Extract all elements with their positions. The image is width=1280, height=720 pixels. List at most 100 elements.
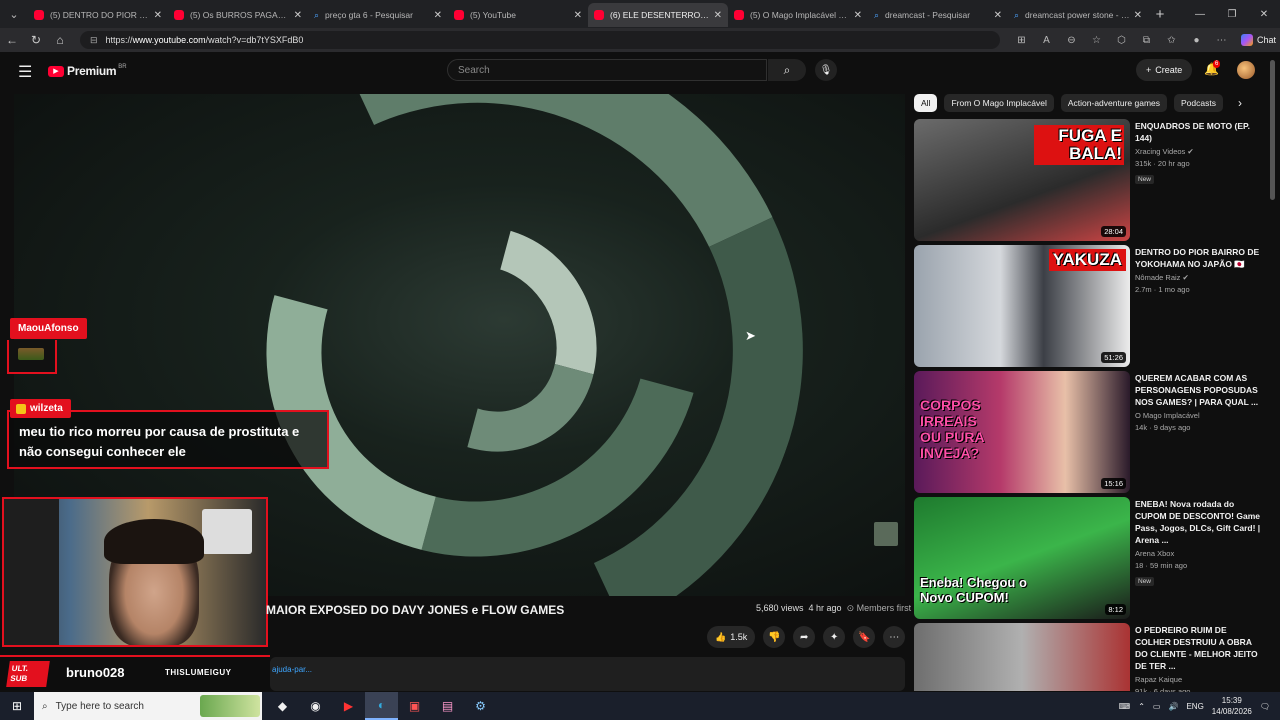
network-icon[interactable]: ▭ — [1153, 702, 1161, 711]
system-clock[interactable]: 15:39 14/08/2026 — [1212, 695, 1252, 717]
voice-search-button[interactable]: 🎙 — [815, 59, 837, 81]
volume-icon[interactable]: 🔊 — [1168, 702, 1178, 711]
browser-tab[interactable]: (5) YouTube ✕ — [448, 3, 588, 27]
close-icon[interactable]: ✕ — [154, 10, 162, 21]
browser-tab[interactable]: ⌕ preço gta 6 - Pesquisar ✕ — [308, 3, 448, 27]
obs-taskbar-icon[interactable]: ◉ — [299, 692, 332, 720]
app-available-icon[interactable]: ⊞ — [1010, 35, 1033, 46]
browser-tab[interactable]: ⌕ dreamcast power stone - Pe ✕ — [1008, 3, 1148, 27]
close-icon[interactable]: ✕ — [714, 10, 722, 21]
more-menu-icon[interactable]: ⋯ — [1210, 35, 1233, 46]
chip-all[interactable]: All — [914, 94, 938, 112]
recommendation-title[interactable]: ENQUADROS DE MOTO (EP. 144) — [1135, 120, 1263, 144]
channel-name[interactable]: O Mago Implacável — [1135, 411, 1200, 420]
description-box[interactable]: ajuda-par... — [270, 657, 905, 691]
browser-tab[interactable]: (5) DENTRO DO PIOR BAIRRO ✕ — [28, 3, 168, 27]
taskbar-search-field[interactable]: ⌕ Type here to search — [34, 692, 262, 720]
zoom-icon[interactable]: ⊖ — [1060, 35, 1083, 46]
minimize-icon[interactable]: — — [1184, 9, 1216, 20]
recommendation-item[interactable]: YAKUZA 51:26 DENTRO DO PIOR BAIRRO DE YO… — [914, 245, 1264, 367]
browser-tab[interactable]: (5) Os BURROS PAGARAM p ✕ — [168, 3, 308, 27]
keyboard-layout-icon[interactable]: ⌨ — [1119, 702, 1131, 711]
home-icon[interactable]: ⌂ — [48, 33, 72, 47]
youtube-premium-logo[interactable]: ▶ Premium BR — [48, 64, 127, 78]
close-icon[interactable]: ✕ — [574, 10, 582, 21]
close-window-icon[interactable]: ✕ — [1248, 9, 1280, 20]
recommendation-item[interactable]: O PEDREIRO RUIM DE COLHER DESTRUIU A OBR… — [914, 623, 1264, 696]
extensions-icon[interactable]: ⬡ — [1110, 35, 1133, 46]
copilot-taskbar-icon[interactable]: ◆ — [266, 692, 299, 720]
site-info-icon[interactable]: ⊟ — [90, 35, 98, 46]
input-language[interactable]: ENG — [1186, 702, 1203, 711]
browser-tab[interactable]: (5) O Mago Implacável - You ✕ — [728, 3, 868, 27]
favorites-icon[interactable]: ✩ — [1160, 35, 1183, 46]
account-avatar[interactable] — [1237, 61, 1255, 79]
chip-action-adventure[interactable]: Action-adventure games — [1060, 94, 1168, 112]
system-tray: ⌨ ⌃ ▭ 🔊 ENG 15:39 14/08/2026 🗨 — [1119, 692, 1280, 720]
recommendation-item[interactable]: CORPOS IRREAIS OU PURA INVEJA? 15:16 QUE… — [914, 371, 1264, 493]
new-tab-button[interactable]: + — [1148, 6, 1172, 23]
photos-taskbar-icon[interactable]: ▤ — [431, 692, 464, 720]
channel-name[interactable]: Xracing Videos — [1135, 147, 1185, 156]
close-icon[interactable]: ✕ — [854, 10, 862, 21]
search-button[interactable]: ⌕ — [768, 59, 806, 81]
description-link[interactable]: ajuda-par... — [272, 665, 312, 674]
share-button[interactable]: ➦ — [793, 626, 816, 648]
browser-tab-active[interactable]: (6) ELE DESENTERROU POLÊ ✕ — [588, 3, 728, 27]
chevron-up-icon[interactable]: ⌃ — [1138, 702, 1145, 711]
recommendation-title[interactable]: DENTRO DO PIOR BAIRRO DE YOKOHAMA NO JAP… — [1135, 246, 1263, 270]
more-actions-button[interactable]: ⋯ — [883, 626, 906, 648]
channel-name[interactable]: Arena Xbox — [1135, 549, 1174, 558]
video-thumbnail[interactable] — [914, 623, 1130, 691]
edge-taskbar-icon[interactable]: ◐ — [365, 692, 398, 720]
favorite-star-icon[interactable]: ☆ — [1085, 35, 1108, 46]
create-button[interactable]: + Create — [1136, 59, 1193, 81]
dislike-button[interactable]: 👎 — [763, 626, 786, 648]
recommendation-title[interactable]: QUEREM ACABAR COM AS PERSONAGENS POPOSUD… — [1135, 372, 1263, 408]
like-button[interactable]: 👍 1.5k — [707, 626, 756, 648]
channel-name[interactable]: Rapaz Kaique — [1135, 675, 1182, 684]
save-button[interactable]: 🔖 — [853, 626, 876, 648]
chip-podcasts[interactable]: Podcasts — [1174, 94, 1223, 112]
close-icon[interactable]: ✕ — [294, 10, 302, 21]
chip-from-channel[interactable]: From O Mago Implacável — [944, 94, 1054, 112]
steam-taskbar-icon[interactable]: ⚙ — [464, 692, 497, 720]
profile-icon[interactable]: ● — [1185, 35, 1208, 46]
windows-start-icon[interactable]: ⊞ — [0, 699, 34, 713]
notifications-icon[interactable]: 🗨 — [1260, 702, 1270, 711]
url-field[interactable]: ⊟ https://www.youtube.com/watch?v=db7tYS… — [80, 31, 1000, 49]
recommendation-title[interactable]: O PEDREIRO RUIM DE COLHER DESTRUIU A OBR… — [1135, 624, 1263, 672]
video-editor-taskbar-icon[interactable]: ▣ — [398, 692, 431, 720]
recommendation-item[interactable]: FUGA E BALA! 28:04 ENQUADROS DE MOTO (EP… — [914, 119, 1264, 241]
reload-icon[interactable]: ↻ — [24, 33, 48, 47]
browser-toolbar-icons: ⊞ A ⊖ ☆ ⬡ ⧉ ✩ ● ⋯ — [1010, 35, 1233, 46]
copilot-chat-button[interactable]: Chat — [1241, 34, 1276, 46]
browser-tab[interactable]: ⌕ dreamcast - Pesquisar ✕ — [868, 3, 1008, 27]
logo-text: Premium — [67, 64, 117, 78]
youtube-music-taskbar-icon[interactable]: ▶ — [332, 692, 365, 720]
video-thumbnail[interactable]: YAKUZA 51:26 — [914, 245, 1130, 367]
search-input[interactable]: Search — [447, 59, 767, 81]
page-scrollbar[interactable] — [1270, 60, 1275, 200]
channel-name[interactable]: Nômade Raiz — [1135, 273, 1180, 282]
menu-hamburger-icon[interactable]: ☰ — [18, 62, 32, 82]
recommendation-item[interactable]: Eneba! Chegou o Novo CUPOM! 8:12 ENEBA! … — [914, 497, 1264, 619]
recommendation-filter-chips: All From O Mago Implacável Action-advent… — [914, 94, 1223, 112]
split-screen-icon[interactable]: ⧉ — [1135, 35, 1158, 46]
video-thumbnail[interactable]: CORPOS IRREAIS OU PURA INVEJA? 15:16 — [914, 371, 1130, 493]
video-meta: 5,680 views 4 hr ago ⊙ Members first — [756, 603, 911, 614]
mic-icon: 🎙 — [819, 64, 833, 76]
chevron-right-icon[interactable]: › — [1238, 96, 1242, 110]
recommendation-title[interactable]: ENEBA! Nova rodada do CUPOM DE DESCONTO!… — [1135, 498, 1263, 546]
translate-icon[interactable]: A — [1035, 35, 1058, 46]
tab-actions-menu-icon[interactable]: ⌄ — [0, 0, 28, 28]
back-icon[interactable]: ← — [0, 33, 24, 47]
close-icon[interactable]: ✕ — [994, 10, 1002, 21]
sparkle-icon: ✦ — [830, 631, 839, 643]
restore-icon[interactable]: ❐ — [1216, 9, 1248, 20]
video-thumbnail[interactable]: FUGA E BALA! 28:04 — [914, 119, 1130, 241]
close-icon[interactable]: ✕ — [434, 10, 442, 21]
video-thumbnail[interactable]: Eneba! Chegou o Novo CUPOM! 8:12 — [914, 497, 1130, 619]
close-icon[interactable]: ✕ — [1134, 10, 1142, 21]
ask-ai-button[interactable]: ✦ — [823, 626, 846, 648]
